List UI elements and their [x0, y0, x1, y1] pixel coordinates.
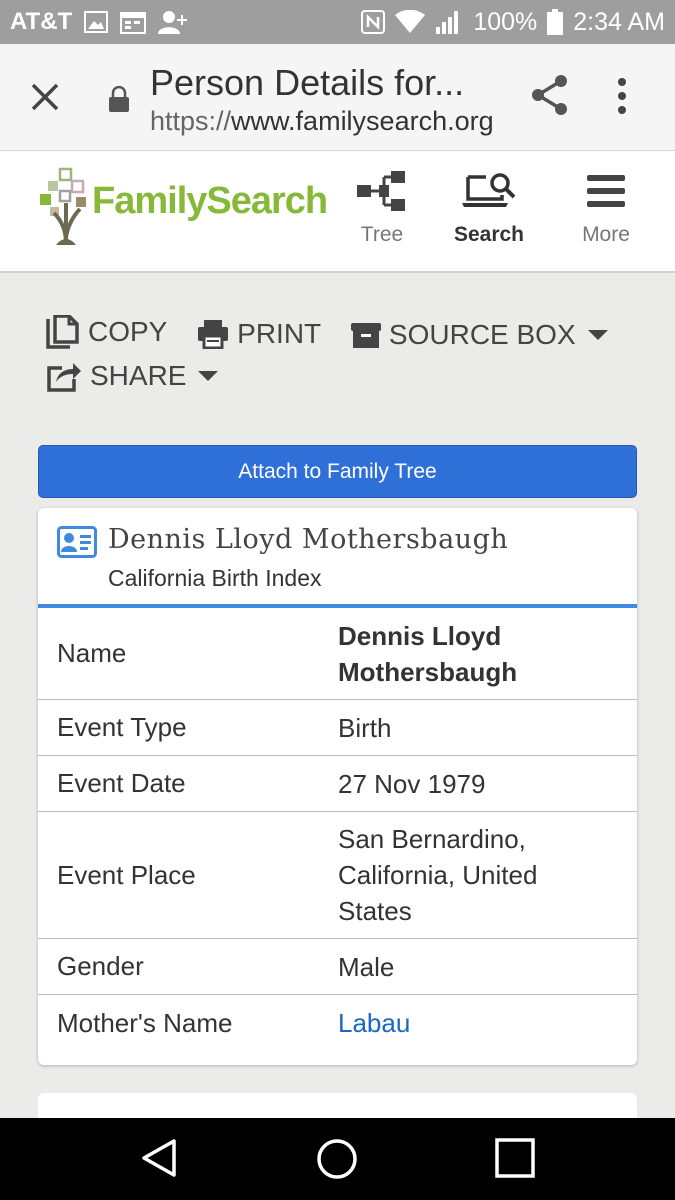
close-tab-button[interactable] — [22, 74, 68, 120]
table-row: Event Date 27 Nov 1979 — [38, 756, 637, 812]
field-label: Event Place — [57, 859, 196, 890]
record-card: Dennis Lloyd Mothersbaugh California Bir… — [38, 508, 637, 1065]
record-fields: Name Dennis Lloyd Mothersbaugh Event Typ… — [38, 608, 637, 1051]
tree-icon — [332, 169, 432, 213]
battery-icon — [547, 9, 564, 35]
nav-more-label: More — [582, 223, 630, 246]
nav-more[interactable]: More — [556, 169, 656, 247]
table-row: Mother's Name Labau — [38, 995, 637, 1051]
source-box-button[interactable]: SOURCE BOX — [350, 317, 608, 353]
carrier-label: AT&T — [10, 8, 73, 35]
print-label: PRINT — [237, 318, 322, 349]
field-value: San Bernardino, California, United State… — [338, 824, 538, 926]
nfc-icon — [361, 10, 386, 34]
recents-square-icon — [495, 1138, 535, 1178]
url-protocol: https:// — [150, 106, 232, 136]
chevron-down-icon — [198, 371, 219, 381]
share-button[interactable] — [530, 74, 570, 121]
search-laptop-icon — [439, 169, 539, 213]
lock-icon — [108, 85, 130, 117]
home-button[interactable] — [316, 1138, 358, 1185]
status-bar: AT&T 100% 2:34 AM — [0, 0, 675, 44]
record-card-header: Dennis Lloyd Mothersbaugh California Bir… — [38, 508, 637, 608]
clock: 2:34 AM — [573, 7, 665, 36]
field-label: Event Date — [57, 768, 186, 798]
battery-percent: 100% — [473, 7, 538, 36]
recents-button[interactable] — [495, 1138, 535, 1183]
table-row: Name Dennis Lloyd Mothersbaugh — [38, 608, 637, 700]
record-actions: COPY PRINT SOURCE BOX SHARE — [46, 314, 646, 399]
family-tree-logo-icon — [40, 167, 86, 245]
chevron-down-icon — [587, 330, 608, 340]
page-title: Person Details for... — [150, 62, 465, 103]
more-vert-icon — [618, 78, 626, 114]
nav-tree[interactable]: Tree — [332, 169, 432, 247]
attach-to-family-tree-button[interactable]: Attach to Family Tree — [38, 445, 637, 498]
table-row: Event Type Birth — [38, 700, 637, 756]
logo-wordmark: FamilySearch — [92, 180, 328, 222]
record-person-name: Dennis Lloyd Mothersbaugh — [108, 524, 509, 555]
mother-name-link[interactable]: Labau — [338, 1005, 637, 1041]
copy-button[interactable]: COPY — [46, 314, 167, 350]
field-value: Male — [338, 951, 395, 982]
wifi-icon — [395, 10, 426, 34]
print-icon — [198, 320, 229, 349]
home-circle-icon — [317, 1139, 357, 1179]
copy-icon — [46, 315, 79, 349]
field-label: Mother's Name — [57, 1007, 233, 1038]
nav-search-label: Search — [453, 223, 525, 246]
nav-search[interactable]: Search — [439, 169, 539, 247]
hamburger-menu-icon — [556, 169, 656, 213]
share-box-icon — [47, 363, 81, 392]
gallery-icon — [84, 11, 109, 33]
field-label: Event Type — [57, 712, 187, 742]
field-value: Dennis Lloyd Mothersbaugh — [338, 620, 518, 687]
share-record-button[interactable]: SHARE — [46, 358, 219, 394]
table-row: Event Place San Bernardino, California, … — [38, 812, 637, 939]
site-header: FamilySearch Tree Search More — [0, 151, 675, 273]
back-triangle-icon — [142, 1139, 176, 1177]
familysearch-logo[interactable]: FamilySearch — [38, 167, 328, 245]
nav-tree-label: Tree — [360, 223, 404, 246]
add-contact-icon — [158, 10, 188, 34]
calendar-icon — [120, 10, 147, 34]
person-card-icon — [57, 526, 97, 563]
archive-box-icon — [350, 323, 381, 348]
signal-icon — [435, 10, 463, 34]
browser-toolbar: Person Details for... https://www.family… — [0, 44, 675, 151]
share-label: SHARE — [90, 360, 187, 391]
system-nav-bar — [0, 1118, 675, 1200]
print-button[interactable]: PRINT — [197, 316, 321, 352]
share-icon — [532, 75, 567, 115]
record-collection: California Birth Index — [108, 565, 322, 591]
url-display[interactable]: https://www.familysearch.org — [150, 106, 492, 137]
back-button[interactable] — [140, 1138, 178, 1183]
field-label: Name — [57, 638, 127, 668]
table-row: Gender Male — [38, 939, 637, 995]
close-icon — [31, 83, 59, 111]
url-host: www.familysearch.org — [231, 106, 492, 136]
overflow-menu-button[interactable] — [616, 72, 628, 123]
field-label: Gender — [57, 951, 144, 981]
field-value: 27 Nov 1979 — [338, 768, 486, 799]
copy-label: COPY — [88, 316, 168, 347]
field-value: Birth — [338, 712, 392, 743]
source-box-label: SOURCE BOX — [388, 319, 576, 350]
